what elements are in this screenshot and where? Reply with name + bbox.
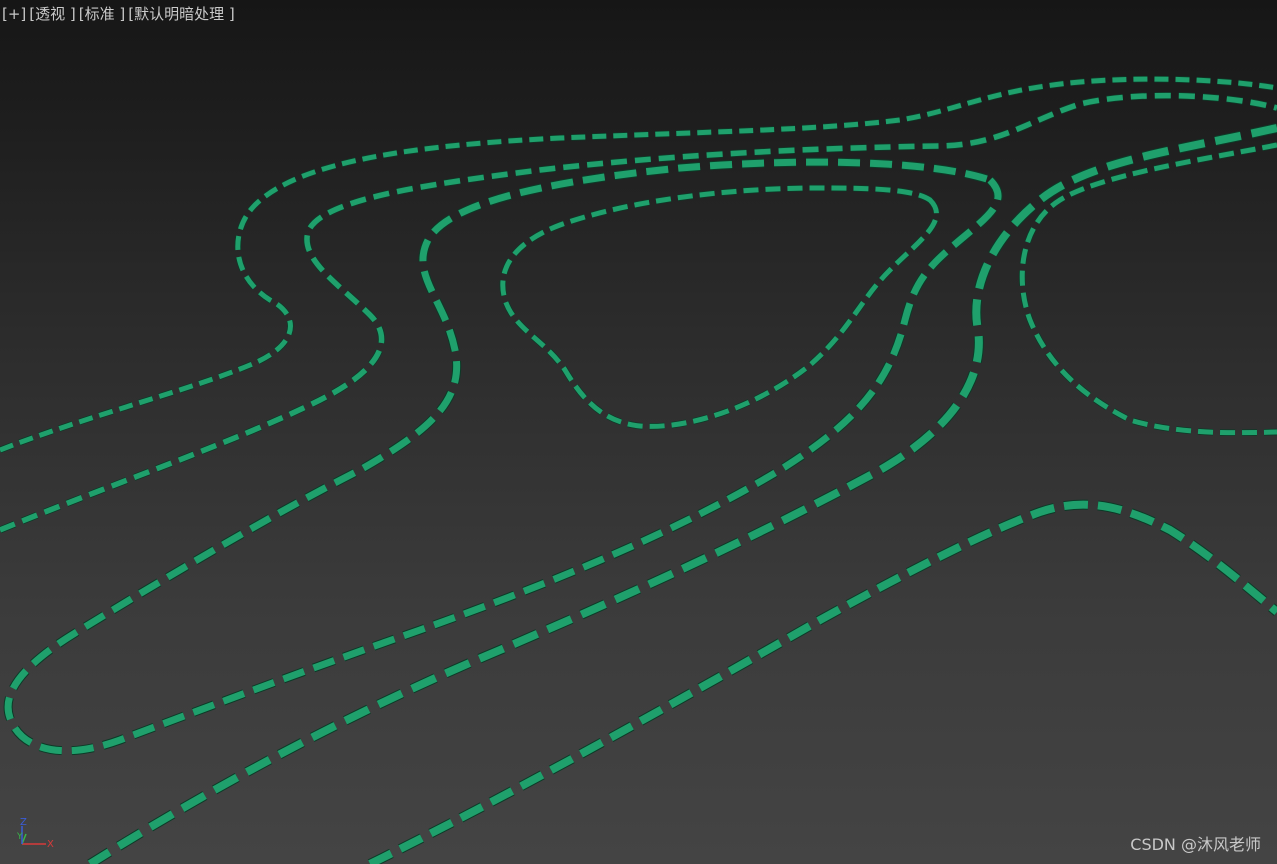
viewport-point-of-view-menu[interactable]: [透视 ] (29, 5, 78, 23)
y-axis-label: Y (16, 832, 23, 842)
perspective-viewport[interactable]: [+] [透视 ] [标准 ] [默认明暗处理 ] Z Y X CSDN @沐风… (0, 0, 1277, 864)
contour-spline-7[interactable] (367, 499, 1277, 864)
viewport-plus-menu[interactable]: [+] (2, 5, 29, 23)
viewport-label-menu: [+] [透视 ] [标准 ] [默认明暗处理 ] (2, 5, 238, 23)
z-axis-label: Z (20, 817, 27, 828)
watermark-text: CSDN @沐风老师 (1130, 835, 1261, 854)
viewport-standard-menu[interactable]: [标准 ] (79, 5, 128, 23)
scene-contour-splines[interactable] (0, 0, 1277, 864)
contour-spline-3[interactable] (3, 157, 1003, 756)
contour-spline-2[interactable] (0, 92, 1277, 534)
axis-tripod-gizmo: Z Y X (16, 817, 54, 850)
viewport-shading-menu[interactable]: [默认明暗处理 ] (128, 5, 237, 23)
x-axis-label: X (47, 839, 54, 850)
contour-spline-5[interactable] (87, 123, 1277, 864)
